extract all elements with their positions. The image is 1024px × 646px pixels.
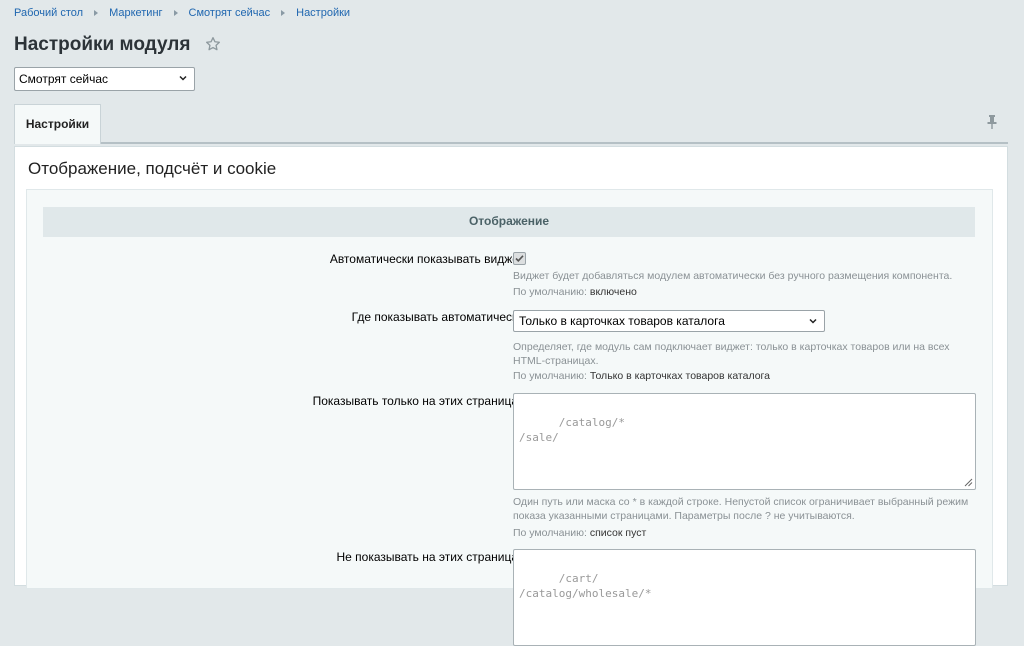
auto-show-hint: Виджет будет добавляться модулем автомат… <box>513 270 953 282</box>
where-auto-default: По умолчанию: Только в карточках товаров… <box>513 370 770 382</box>
hide-on-placeholder: /cart/ /catalog/wholesale/* <box>519 572 652 600</box>
module-select[interactable]: Смотрят сейчас <box>14 67 195 91</box>
page-title: Настройки модуля <box>14 34 191 55</box>
show-only-default: По умолчанию: список пуст <box>513 527 647 539</box>
tab-settings[interactable]: Настройки <box>14 104 101 144</box>
where-auto-hint: Определяет, где модуль сам подключает ви… <box>513 341 950 367</box>
show-only-textarea[interactable]: /catalog/* /sale/ <box>513 393 976 490</box>
show-only-default-value: список пуст <box>589 527 647 539</box>
breadcrumb-item-watching-now[interactable]: Смотрят сейчас <box>189 7 271 19</box>
star-icon[interactable] <box>205 36 221 52</box>
where-auto-default-value: Только в карточках товаров каталога <box>589 370 770 382</box>
section-title: Отображение, подсчёт и cookie <box>28 159 277 178</box>
where-auto-select[interactable]: Только в карточках товаров каталога <box>513 310 825 332</box>
chevron-down-icon <box>179 75 187 81</box>
show-only-hint: Один путь или маска со * в каждой строке… <box>513 496 969 522</box>
breadcrumb: Рабочий стол Маркетинг Смотрят сейчас На… <box>14 7 350 19</box>
auto-show-default: По умолчанию: включено <box>513 286 637 298</box>
breadcrumb-separator-icon <box>173 10 178 16</box>
chevron-down-icon <box>809 318 817 324</box>
where-auto-select-value: Только в карточках товаров каталога <box>519 314 725 328</box>
checkmark-icon <box>515 255 524 262</box>
auto-show-default-value: включено <box>589 286 637 298</box>
where-auto-label: Где показывать автоматически <box>351 310 524 324</box>
hide-on-textarea[interactable]: /cart/ /catalog/wholesale/* <box>513 549 976 646</box>
show-only-placeholder: /catalog/* /sale/ <box>519 416 625 444</box>
breadcrumb-separator-icon <box>281 10 286 16</box>
tab-bar: Настройки <box>14 104 1008 144</box>
breadcrumb-separator-icon <box>94 10 99 16</box>
breadcrumb-item-settings[interactable]: Настройки <box>296 7 350 19</box>
group-header: Отображение <box>43 207 975 237</box>
hide-on-label: Не показывать на этих страницах <box>336 550 524 564</box>
auto-show-checkbox[interactable] <box>513 252 526 265</box>
show-only-label: Показывать только на этих страницах <box>312 394 524 408</box>
auto-show-label: Автоматически показывать виджет <box>329 252 524 266</box>
resize-handle-icon[interactable] <box>964 478 973 487</box>
settings-form: Отображение Автоматически показывать вид… <box>26 189 993 646</box>
breadcrumb-item-desktop[interactable]: Рабочий стол <box>14 7 83 19</box>
module-select-value: Смотрят сейчас <box>19 72 108 86</box>
settings-panel: Отображение, подсчёт и cookie Отображени… <box>14 146 1008 646</box>
pin-icon[interactable] <box>986 114 998 130</box>
breadcrumb-item-marketing[interactable]: Маркетинг <box>109 7 162 19</box>
